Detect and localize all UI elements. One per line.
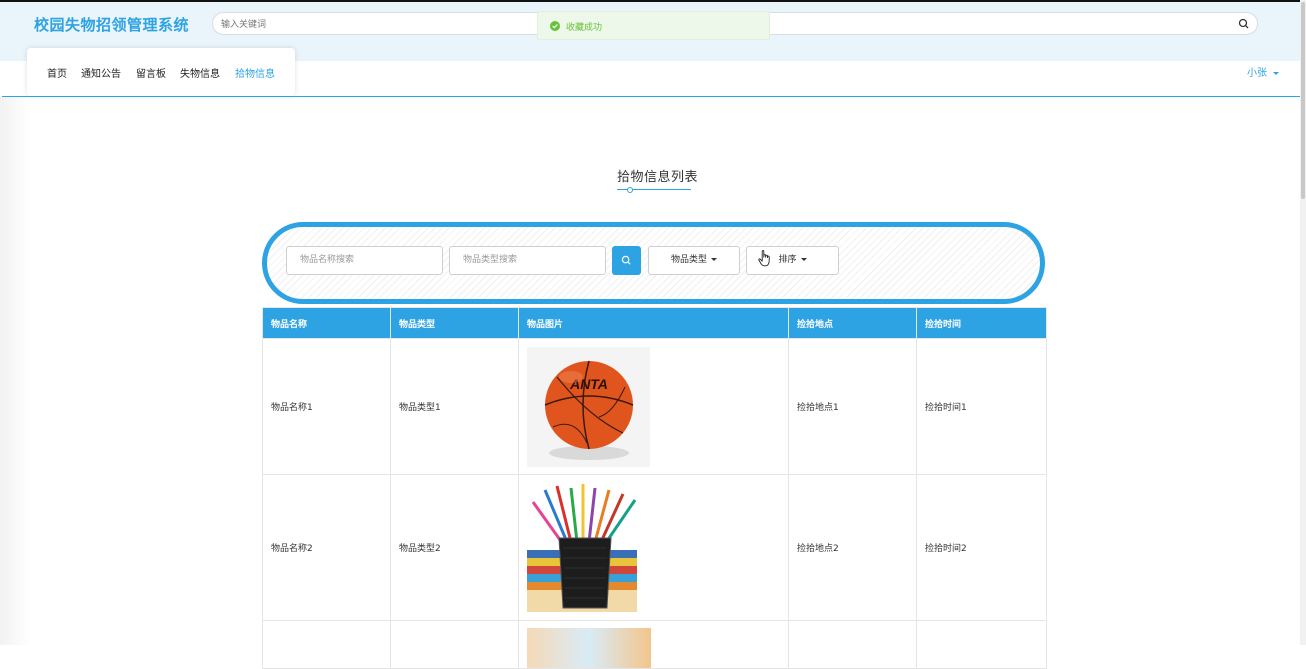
- hand-pointer-cursor-icon: [758, 250, 770, 267]
- toast-message: 收藏成功: [566, 23, 603, 33]
- item-image-partial[interactable]: [527, 628, 651, 668]
- cell-item-type: 物品类型2: [390, 474, 519, 621]
- chevron-down-icon: [1273, 71, 1279, 75]
- cell-pickup-place: 捡拾地点2: [788, 474, 917, 621]
- sort-dropdown-label: 排序: [778, 255, 797, 265]
- page-side-shade: [0, 97, 30, 645]
- table-header-row: 物品名称 物品类型 物品图片 捡拾地点 捡拾时间: [262, 307, 1047, 339]
- site-logo-title[interactable]: 校园失物招领管理系统: [34, 14, 189, 35]
- item-name-search-input[interactable]: 物品名称搜索: [286, 246, 443, 275]
- cell-item-name: 物品名称1: [262, 338, 391, 475]
- table-row[interactable]: 物品名称1 物品类型1 ANTA 捡拾地点1 捡拾时间1: [262, 338, 1047, 475]
- scrollbar-thumb[interactable]: [1301, 2, 1305, 199]
- pencil-cup-image[interactable]: [527, 483, 643, 612]
- user-menu[interactable]: 小张: [1247, 64, 1279, 79]
- caret-down-icon: [711, 258, 717, 261]
- column-header-name[interactable]: 物品名称: [262, 307, 391, 339]
- column-header-place[interactable]: 捡拾地点: [788, 307, 917, 339]
- basketball-picture: ANTA: [544, 360, 634, 460]
- nav-divider: [2, 96, 1304, 97]
- user-name[interactable]: 小张: [1247, 68, 1267, 79]
- search-icon: [621, 255, 631, 265]
- caret-down-icon: [800, 258, 807, 261]
- item-type-dropdown-label: 物品类型: [670, 255, 707, 265]
- title-underline-dot: [627, 187, 633, 193]
- filter-search-button[interactable]: [612, 246, 641, 275]
- nav-item-home[interactable]: 首页: [47, 65, 67, 80]
- cell-pickup-time: 捡拾时间2: [916, 474, 1047, 621]
- check-circle-icon: [550, 21, 560, 31]
- column-header-time[interactable]: 捡拾时间: [916, 307, 1047, 339]
- column-header-image[interactable]: 物品图片: [518, 307, 789, 339]
- search-icon[interactable]: [1237, 17, 1251, 31]
- column-header-type[interactable]: 物品类型: [390, 307, 519, 339]
- nav-item-found-items[interactable]: 拾物信息: [235, 65, 275, 80]
- nav-item-message-board[interactable]: 留言板: [136, 65, 166, 80]
- cell-item-image: [518, 474, 789, 621]
- cell-pickup-place: 捡拾地点1: [788, 338, 917, 475]
- nav-item-notices[interactable]: 通知公告: [81, 65, 121, 80]
- table-row[interactable]: 物品名称2 物品类型2 捡拾地点2 捡拾时间2: [262, 474, 1047, 621]
- page-title: 拾物信息列表: [617, 170, 699, 185]
- found-items-table: 物品名称 物品类型 物品图片 捡拾地点 捡拾时间 物品名称1 物品类型1 ANT…: [262, 307, 1047, 669]
- item-type-dropdown[interactable]: 物品类型: [648, 246, 740, 275]
- success-toast: 收藏成功: [537, 11, 770, 40]
- pencil-cup-picture: [527, 483, 637, 612]
- main-nav: 首页 通知公告 留言板 失物信息 拾物信息: [27, 48, 295, 96]
- cell-item-image: ANTA: [518, 338, 789, 475]
- nav-item-lost-items[interactable]: 失物信息: [180, 65, 220, 80]
- cell-item-type: 物品类型1: [390, 338, 519, 475]
- basketball-image[interactable]: ANTA: [527, 346, 650, 467]
- item-type-search-input[interactable]: 物品类型搜索: [449, 246, 606, 275]
- cell-pickup-time: 捡拾时间1: [916, 338, 1047, 475]
- cell-item-name: 物品名称2: [262, 474, 391, 621]
